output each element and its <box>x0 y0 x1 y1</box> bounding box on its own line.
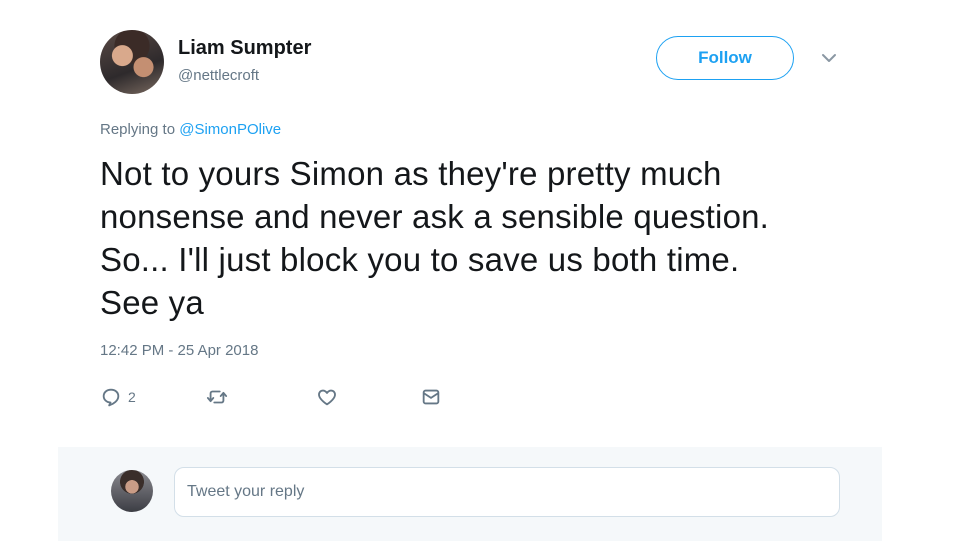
reply-button[interactable]: 2 <box>100 385 136 409</box>
tweet-text: Not to yours Simon as they're pretty muc… <box>100 152 860 324</box>
tweet-text-line: nonsense and never ask a sensible questi… <box>100 198 770 235</box>
tweet-text-line: Not to yours Simon as they're pretty muc… <box>100 155 722 192</box>
direct-message-button[interactable] <box>420 385 442 409</box>
current-user-avatar <box>111 470 153 512</box>
chevron-down-icon[interactable] <box>819 50 839 66</box>
replying-to-label: Replying to <box>100 121 176 138</box>
replying-to-mention[interactable]: @SimonPOlive <box>179 121 281 138</box>
follow-button-label: Follow <box>698 48 752 67</box>
like-icon <box>318 389 336 406</box>
author-handle[interactable]: @nettlecroft <box>178 67 259 84</box>
reply-count: 2 <box>128 389 136 405</box>
reply-input[interactable] <box>174 467 840 517</box>
retweet-icon <box>206 390 228 404</box>
replying-to: Replying to @SimonPOlive <box>100 121 281 138</box>
retweet-button[interactable] <box>206 385 228 409</box>
author-display-name[interactable]: Liam Sumpter <box>178 37 311 60</box>
tweet-timestamp[interactable]: 12:42 PM - 25 Apr 2018 <box>100 342 258 359</box>
tweet-text-line: See ya <box>100 284 204 321</box>
author-avatar[interactable] <box>100 30 164 94</box>
direct-message-icon <box>422 389 440 405</box>
tweet-text-line: So... I'll just block you to save us bot… <box>100 241 740 278</box>
follow-button[interactable]: Follow <box>656 36 794 80</box>
reply-icon <box>102 388 120 407</box>
like-button[interactable] <box>316 385 338 409</box>
